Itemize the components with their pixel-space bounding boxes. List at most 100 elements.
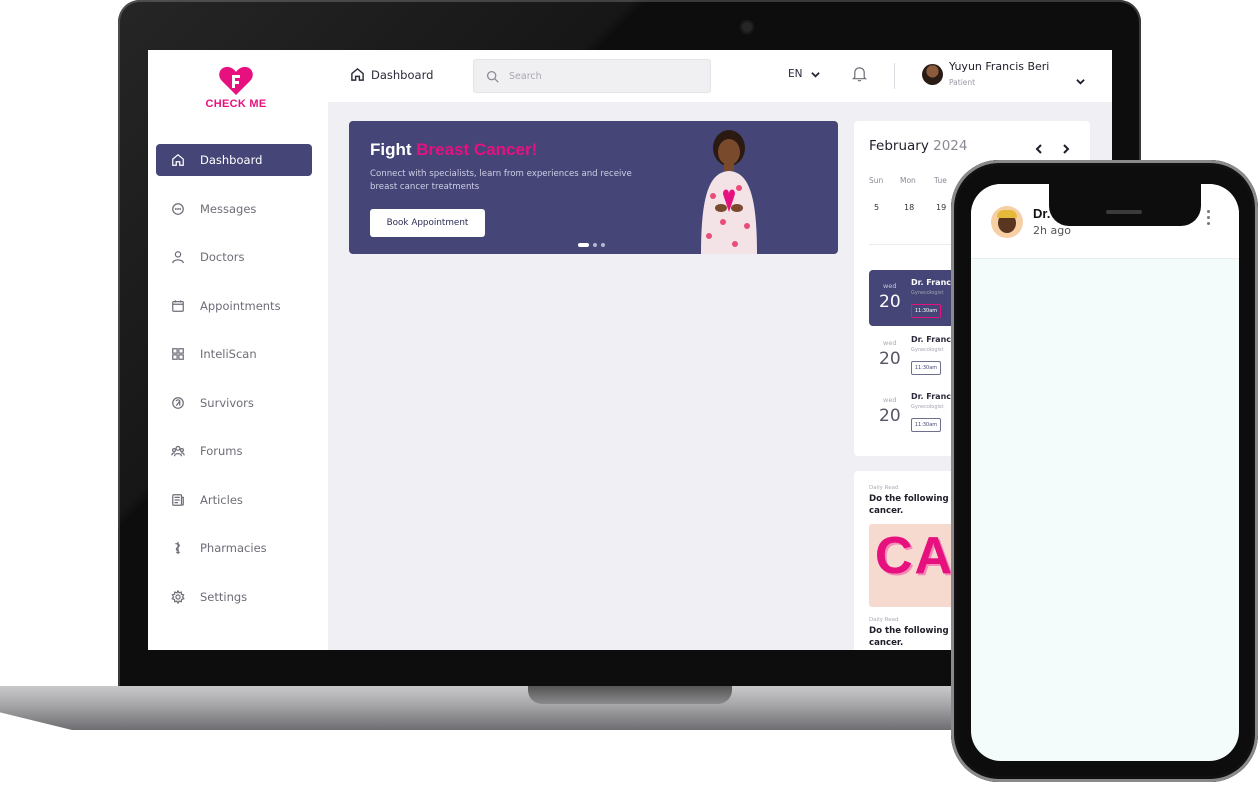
carousel-dot[interactable]: [601, 243, 605, 247]
breadcrumb-label: Dashboard: [371, 67, 434, 82]
article-label: Daily Read: [869, 485, 899, 491]
sidebar-item-pharmacies[interactable]: Pharmacies: [156, 532, 312, 564]
sidebar-item-appointments[interactable]: Appointments: [156, 290, 312, 322]
banner-title-accent: Breast Cancer!: [416, 140, 538, 159]
article-icon: [170, 492, 186, 508]
carousel-dot[interactable]: [593, 243, 597, 247]
sidebar: CHECK ME Dashboard Messages Doctors Appo…: [148, 50, 328, 650]
logo-text: CHECK ME: [205, 98, 267, 110]
header-divider: [894, 63, 895, 89]
carousel-dot[interactable]: [578, 243, 589, 247]
appointment-time: 11:30am: [911, 418, 941, 432]
language-selector[interactable]: EN: [788, 68, 820, 80]
appointment-time: 11:30am: [911, 361, 941, 375]
doctor-icon: [170, 249, 186, 265]
more-vertical-icon[interactable]: [1207, 210, 1211, 228]
sidebar-item-label: Settings: [200, 589, 248, 604]
user-name[interactable]: Yuyun Francis Beri: [949, 60, 1049, 73]
chevron-down-icon: [810, 71, 820, 78]
appointment-specialty: Gynecologist: [911, 404, 944, 410]
notifications-button[interactable]: [851, 66, 868, 86]
calendar-prev-button[interactable]: [1034, 139, 1048, 154]
phone-screen: Dr. Joseph Thigiti 2h ago: [971, 184, 1239, 761]
home-icon: [351, 67, 364, 81]
calendar-weekday: Mon: [900, 176, 916, 185]
logo[interactable]: CHECK ME: [204, 66, 268, 110]
sidebar-item-label: Messages: [200, 201, 257, 216]
banner-subtitle: Connect with specialists, learn from exp…: [370, 169, 632, 192]
article-image-text: CA: [875, 527, 955, 585]
calendar-next-button[interactable]: [1061, 139, 1075, 154]
bell-icon: [851, 67, 868, 82]
user-avatar[interactable]: [922, 64, 943, 85]
breadcrumb[interactable]: Dashboard: [350, 67, 433, 82]
user-menu-toggle[interactable]: [1076, 71, 1085, 90]
sidebar-item-survivors[interactable]: Survivors: [156, 387, 312, 419]
heart-logo-icon: [219, 66, 253, 95]
book-appointment-button[interactable]: Book Appointment: [370, 209, 485, 237]
scan-icon: [170, 346, 186, 362]
calendar-weekday: Tue: [934, 176, 947, 185]
phone-frame: Dr. Joseph Thigiti 2h ago: [951, 160, 1258, 782]
sidebar-item-messages[interactable]: Messages: [156, 193, 312, 225]
appointment-specialty: Gynecologist: [911, 290, 944, 296]
sidebar-item-label: Articles: [200, 492, 243, 507]
banner-title: Fight Breast Cancer!: [370, 140, 537, 160]
calendar-date[interactable]: 19: [936, 203, 946, 212]
language-label: EN: [788, 68, 803, 80]
appointment-day: 20: [879, 406, 901, 426]
sidebar-item-inteliscan[interactable]: InteliScan: [156, 338, 312, 370]
banner-title-prefix: Fight: [370, 140, 412, 159]
search-box[interactable]: [473, 59, 711, 93]
appointment-weekday: wed: [883, 282, 897, 290]
sidebar-item-articles[interactable]: Articles: [156, 484, 312, 516]
last-seen: 2h ago: [1033, 224, 1071, 237]
calendar-month-year: February 2024: [869, 138, 967, 154]
carousel-dots: [578, 243, 605, 247]
article-label: Daily Read: [869, 617, 899, 623]
chevron-right-icon: [1063, 144, 1070, 154]
chat-icon: [170, 201, 186, 217]
appointment-day: 20: [879, 292, 901, 312]
avatar-cap: [997, 210, 1017, 218]
search-input[interactable]: [507, 69, 701, 83]
ribbon-icon: [170, 395, 186, 411]
phone-speaker: [1106, 210, 1142, 214]
calendar-icon: [170, 298, 186, 314]
appointment-weekday: wed: [883, 339, 897, 347]
pharmacy-icon: [170, 540, 186, 556]
webcam: [740, 20, 754, 34]
sidebar-item-dashboard[interactable]: Dashboard: [156, 144, 312, 176]
calendar-year: 2024: [933, 138, 968, 154]
user-role: Patient: [949, 78, 976, 87]
laptop-hinge-notch: [528, 686, 732, 704]
sidebar-item-settings[interactable]: Settings: [156, 581, 312, 613]
sidebar-item-forums[interactable]: Forums: [156, 435, 312, 467]
sidebar-item-label: Doctors: [200, 250, 245, 264]
chevron-down-icon: [1076, 79, 1085, 85]
calendar-month: February: [869, 138, 929, 154]
calendar-weekday: Sun: [869, 176, 884, 185]
sidebar-item-label: InteliScan: [200, 347, 257, 361]
calendar-date[interactable]: 18: [904, 203, 914, 212]
sidebar-item-label: Survivors: [200, 395, 254, 410]
search-icon: [486, 70, 499, 83]
contact-avatar[interactable]: [991, 206, 1023, 238]
banner-woman-illustration: [701, 130, 757, 254]
sidebar-item-label: Dashboard: [200, 153, 263, 167]
group-icon: [170, 443, 186, 459]
appointment-time: 11:30am: [911, 304, 941, 318]
calendar-date[interactable]: 5: [874, 203, 879, 212]
appointment-weekday: wed: [883, 396, 897, 404]
phone-notch: [1049, 184, 1201, 226]
sidebar-item-doctors[interactable]: Doctors: [156, 241, 312, 273]
gear-icon: [170, 589, 186, 605]
sidebar-nav: Dashboard Messages Doctors Appointments …: [156, 144, 312, 629]
top-bar: Dashboard EN Yuyun Francis Beri Patient: [328, 50, 1112, 102]
appointment-specialty: Gynecologist: [911, 347, 944, 353]
appointment-day: 20: [879, 349, 901, 369]
sidebar-item-label: Appointments: [200, 298, 281, 313]
sidebar-item-label: Pharmacies: [200, 541, 267, 555]
chevron-left-icon: [1035, 144, 1042, 154]
home-icon: [170, 152, 186, 168]
